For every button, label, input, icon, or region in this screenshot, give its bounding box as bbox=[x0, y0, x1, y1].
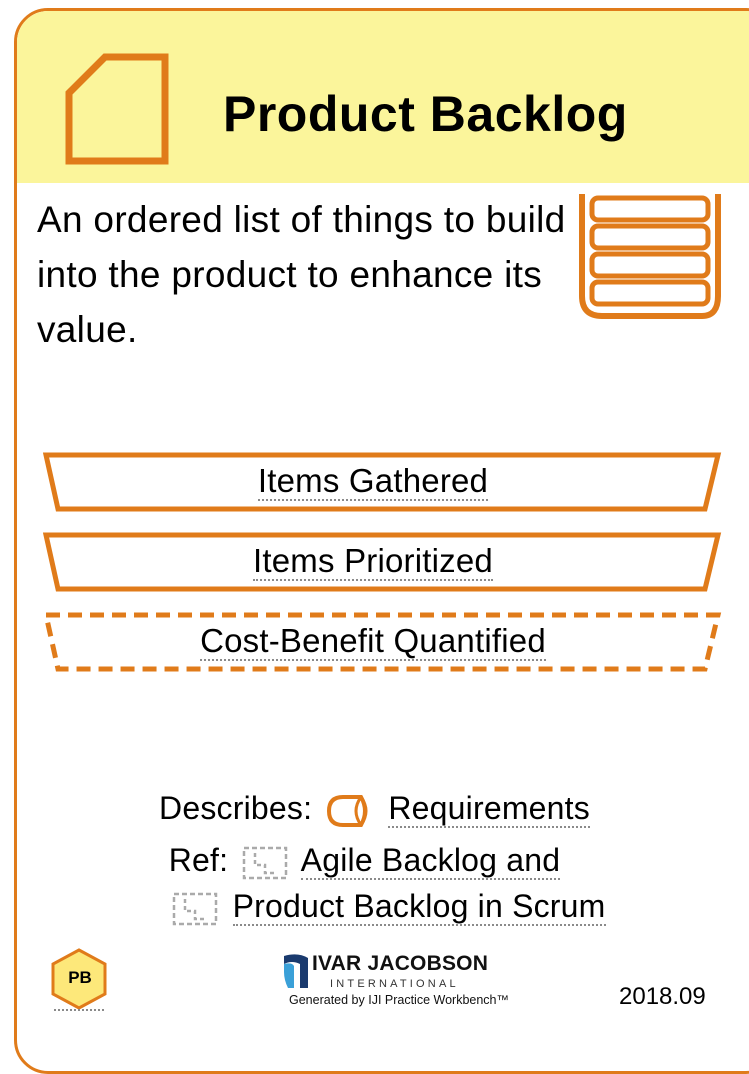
version-text: 2018.09 bbox=[619, 983, 706, 1010]
reference-icon bbox=[173, 892, 218, 925]
logo-sub-text: INTERNATIONAL bbox=[330, 978, 459, 990]
card-header: Product Backlog bbox=[17, 11, 749, 183]
agile-backlog-link[interactable]: Agile Backlog and bbox=[300, 842, 561, 880]
iji-logo-icon bbox=[284, 954, 308, 988]
card-title: Product Backlog bbox=[223, 86, 628, 142]
requirements-alpha-icon bbox=[327, 794, 368, 827]
requirements-link[interactable]: Requirements bbox=[388, 790, 590, 828]
logo-main-text: IVAR JACOBSON bbox=[312, 952, 489, 975]
backlog-list-icon bbox=[579, 194, 721, 319]
card-description: An ordered list of things to build into … bbox=[37, 199, 566, 350]
page: { "card": { "title": "Product Backlog", … bbox=[0, 0, 749, 1074]
describes-label: Describes: bbox=[159, 790, 313, 826]
reference-icon bbox=[243, 846, 288, 879]
product-backlog-in-scrum-link[interactable]: Product Backlog in Scrum bbox=[232, 888, 606, 926]
work-product-icon bbox=[65, 53, 169, 165]
card-badge-text: PB bbox=[68, 968, 92, 987]
ref-line-2: Product Backlog in Scrum bbox=[12, 888, 749, 927]
describes-line: Describes: Requirements bbox=[0, 790, 749, 828]
ref-line-1: Ref: Agile Backlog and bbox=[0, 842, 739, 881]
state-label-items-prioritized[interactable]: Items Prioritized bbox=[43, 542, 703, 581]
ref-label: Ref: bbox=[168, 842, 229, 878]
state-label-cost-benefit-quantified[interactable]: Cost-Benefit Quantified bbox=[43, 622, 703, 661]
generated-by-text: Generated by IJI Practice Workbench™ bbox=[289, 993, 510, 1007]
state-label-items-gathered[interactable]: Items Gathered bbox=[43, 462, 703, 501]
